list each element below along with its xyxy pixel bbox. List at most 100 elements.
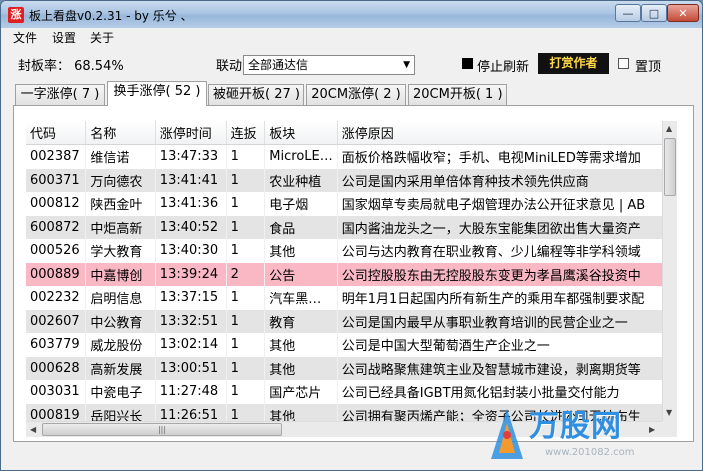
cell-sector: MicroLE… [264,144,338,169]
column-header-reason[interactable]: 涨停原因 [337,121,676,145]
link-select-value: 全部通达信 [248,58,309,72]
cell-reason: 公司与达内教育在职业教育、少儿编程等非学科领域 [337,239,676,263]
cell-name: 中瓷电子 [85,380,156,404]
cell-sector: 电子烟 [264,192,338,216]
cell-streak: 1 [226,380,266,404]
tab-20cm-open-board[interactable]: 20CM开板( 1 ) [408,84,507,105]
tab-20cm-limit-up[interactable]: 20CM涨停( 2 ) [306,84,406,105]
table-row[interactable]: 603779 威龙股份 13:02:14 1 其他 公司是中国大型葡萄酒生产企业之一 [26,333,676,357]
cell-name: 学大教育 [85,239,156,263]
cell-code: 000819 [26,403,87,421]
cell-streak: 1 [226,309,266,333]
stock-table: 代码 名称 涨停时间 连扳 板块 涨停原因 002387 维信诺 13:47:33 1… [26,121,676,421]
watermark-brand: 万股网 [529,409,622,444]
tab-one-word-limit-up[interactable]: 一字涨停( 7 ) [15,84,105,105]
horizontal-scroll-thumb[interactable]: ||| [42,423,282,436]
cell-sector: 汽车黑… [264,286,338,310]
cell-time: 13:47:33 [155,144,227,169]
cell-name: 岳阳兴长 [85,403,156,421]
cell-code: 000526 [26,239,87,263]
title-bar[interactable]: 涨 板上看盘v0.2.31 - by 乐兮 、 — □ ✕ [1,1,702,28]
column-header-streak[interactable]: 连扳 [226,121,266,145]
column-header-name[interactable]: 名称 [85,121,156,145]
vertical-scroll-thumb[interactable] [664,138,676,196]
table-row[interactable]: 000889 中嘉博创 13:39:24 2 公告 公司控股股东由无控股股东变更为孝昌鹰溪… [26,262,676,286]
cell-reason: 公司战略聚焦建筑主业及智慧城市建设，剥离期货等 [337,356,676,380]
column-header-code[interactable]: 代码 [26,121,87,145]
tab-broken-board[interactable]: 被砸开板( 27 ) [208,84,304,105]
cell-code: 002387 [26,144,87,169]
cell-streak: 1 [226,403,266,421]
cell-name: 陕西金叶 [85,192,156,216]
cell-time: 13:40:52 [155,215,227,239]
close-button[interactable]: ✕ [667,4,699,22]
cell-name: 中炬高新 [85,215,156,239]
cell-sector: 国产芯片 [264,380,338,404]
table-row[interactable]: 000812 陕西金叶 13:41:36 1 电子烟 国家烟草专卖局就电子烟管理办法公开征… [26,192,676,216]
cell-streak: 1 [226,239,266,263]
table-row[interactable]: 000526 学大教育 13:40:30 1 其他 公司与达内教育在职业教育、少儿编程等非… [26,239,676,263]
cell-name: 威龙股份 [85,333,156,357]
menu-about[interactable]: 关于 [90,29,114,46]
cell-code: 000812 [26,192,87,216]
chevron-down-icon: ▼ [403,60,410,70]
cell-code: 600371 [26,168,87,192]
app-window: 涨 板上看盘v0.2.31 - by 乐兮 、 — □ ✕ 文件 设置 关于 封… [0,0,703,471]
reward-author-button[interactable]: 打赏作者 [538,53,609,74]
cell-sector: 食品 [264,215,338,239]
column-header-time[interactable]: 涨停时间 [155,121,227,145]
cell-reason: 国内酱油龙头之一，大股东宝能集团欲出售大量资产 [337,215,676,239]
table-row[interactable]: 000628 高新发展 13:00:51 1 其他 公司战略聚焦建筑主业及智慧城市建设，剥… [26,356,676,380]
cell-code: 000889 [26,262,87,286]
table-row[interactable]: 002232 启明信息 13:37:15 1 汽车黑… 明年1月1日起国内所有新生产的乘用… [26,286,676,310]
pin-top-checkbox[interactable] [618,58,629,69]
column-header-sector[interactable]: 板块 [264,121,338,145]
stop-refresh-checkbox[interactable] [462,58,473,69]
cell-time: 11:26:51 [155,403,227,421]
cell-name: 启明信息 [85,286,156,310]
rocket-logo-icon [491,409,523,459]
minimize-button[interactable]: — [615,4,641,22]
cell-sector: 农业种植 [264,168,338,192]
app-logo-icon: 涨 [8,7,24,23]
cell-name: 万向德农 [85,168,156,192]
cell-streak: 1 [226,144,266,169]
cell-name: 中嘉博创 [85,262,156,286]
cell-name: 维信诺 [85,144,156,169]
cell-streak: 1 [226,286,266,310]
cell-streak: 1 [226,192,266,216]
vertical-scrollbar[interactable]: ▲ ▼ [662,121,677,421]
cell-time: 11:27:48 [155,380,227,404]
cell-sector: 其他 [264,403,338,421]
table-row[interactable]: 600872 中炬高新 13:40:52 1 食品 国内酱油龙头之一，大股东宝能集团欲出售… [26,215,676,239]
table-row[interactable]: 600371 万向德农 13:41:41 1 农业种植 公司是国内采用单倍体育种技术领先供… [26,168,676,192]
cell-reason: 公司控股股东由无控股股东变更为孝昌鹰溪谷投资中 [337,262,676,286]
tab-turnover-limit-up[interactable]: 换手涨停( 52 ) [107,81,207,106]
cell-name: 高新发展 [85,356,156,380]
link-select[interactable]: 全部通达信 ▼ [243,55,415,75]
window-title: 板上看盘v0.2.31 - by 乐兮 、 [29,9,193,23]
cell-sector: 教育 [264,309,338,333]
cell-time: 13:02:14 [155,333,227,357]
site-watermark: 万股网 www.201082.com [485,397,700,469]
table-row[interactable]: 002387 维信诺 13:47:33 1 MicroLE… 面板价格跌幅收窄；手机、电视… [26,144,676,169]
cell-streak: 2 [226,262,266,286]
cell-reason: 明年1月1日起国内所有新生产的乘用车都强制要求配 [337,286,676,310]
menu-file[interactable]: 文件 [13,29,37,46]
cell-reason: 公司是国内最早从事职业教育培训的民营企业之一 [337,309,676,333]
stop-refresh-label: 停止刷新 [477,60,530,75]
cell-reason: 公司是国内采用单倍体育种技术领先供应商 [337,168,676,192]
table-row[interactable]: 002607 中公教育 13:32:51 1 教育 公司是国内最早从事职业教育培训的民营企… [26,309,676,333]
cell-reason: 面板价格跌幅收窄；手机、电视MiniLED等需求增加 [337,144,676,169]
seal-rate-label: 封板率： 68.54% [18,59,124,74]
maximize-button[interactable]: □ [641,4,667,22]
cell-streak: 1 [226,215,266,239]
cell-time: 13:32:51 [155,309,227,333]
cell-sector: 公告 [264,262,338,286]
cell-reason: 国家烟草专卖局就电子烟管理办法公开征求意见 | AB [337,192,676,216]
menu-settings[interactable]: 设置 [52,29,76,46]
cell-time: 13:41:36 [155,192,227,216]
cell-code: 600872 [26,215,87,239]
scroll-left-icon[interactable]: ◀ [30,425,36,434]
scroll-up-icon[interactable]: ▲ [666,124,672,133]
